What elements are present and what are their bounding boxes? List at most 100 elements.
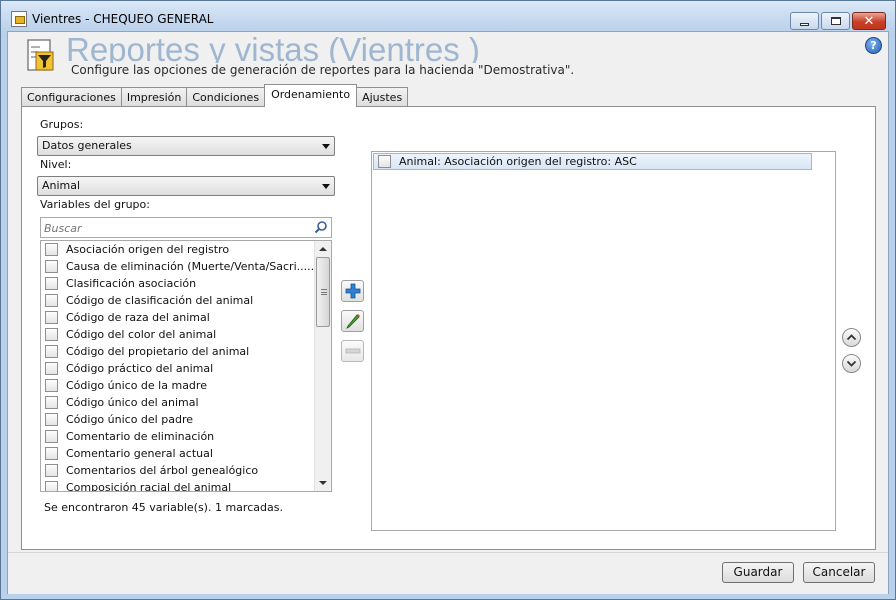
page-subtitle: Configure las opciones de generación de … [71, 63, 581, 77]
level-label: Nivel: [40, 158, 72, 171]
variable-checkbox[interactable] [45, 294, 58, 307]
list-item[interactable]: Código único del padre [41, 411, 315, 428]
list-item[interactable]: Código único del animal [41, 394, 315, 411]
cancel-button[interactable]: Cancelar [803, 562, 875, 583]
level-select[interactable]: Animal [37, 176, 335, 196]
variable-label: Clasificación asociación [66, 277, 197, 290]
variable-checkbox[interactable] [45, 413, 58, 426]
variable-checkbox[interactable] [45, 260, 58, 273]
minimize-button[interactable] [790, 12, 819, 30]
help-button[interactable]: ? [865, 37, 882, 54]
close-icon: ✕ [863, 13, 875, 29]
scroll-down-icon[interactable] [319, 481, 327, 485]
dialog-footer: Guardar Cancelar [8, 552, 888, 594]
list-item[interactable]: Código de clasificación del animal [41, 292, 315, 309]
variable-checkbox[interactable] [45, 481, 58, 491]
groups-label: Grupos: [40, 118, 84, 131]
dialog-client-area: Reportes y vistas (Vientres ) Configure … [7, 31, 889, 594]
variable-label: Asociación origen del registro [66, 243, 230, 256]
list-item[interactable]: Comentarios del árbol genealógico [41, 462, 315, 479]
close-button[interactable]: ✕ [852, 12, 886, 30]
scroll-thumb[interactable] [316, 257, 330, 327]
variable-label: Código único de la madre [66, 379, 207, 392]
tab-configuraciones[interactable]: Configuraciones [21, 87, 122, 107]
list-item[interactable]: Código del color del animal [41, 326, 315, 343]
variable-checkbox[interactable] [45, 447, 58, 460]
list-item[interactable]: Código único de la madre [41, 377, 315, 394]
list-item[interactable]: Comentario general actual [41, 445, 315, 462]
tab-ajustes[interactable]: Ajustes [356, 87, 409, 107]
list-item[interactable]: Código práctico del animal [41, 360, 315, 377]
ordering-list-row[interactable]: Animal: Asociación origen del registro: … [373, 153, 812, 170]
minus-icon [345, 348, 360, 354]
variable-label: Código único del animal [66, 396, 199, 409]
groups-select[interactable]: Datos generales [37, 136, 335, 156]
variable-label: Comentario general actual [66, 447, 213, 460]
list-item[interactable]: Causa de eliminación (Muerte/Venta/Sacri… [41, 258, 319, 275]
variables-list-items: Asociación origen del registro Causa de e… [41, 241, 319, 492]
variables-count-status: Se encontraron 45 variable(s). 1 marcada… [44, 501, 283, 514]
variable-checkbox[interactable] [45, 277, 58, 290]
ordering-panel: Grupos: Datos generales Nivel: Animal Va… [21, 106, 876, 550]
tab-impresion[interactable]: Impresión [120, 87, 188, 107]
variable-label: Código del propietario del animal [66, 345, 250, 358]
variable-checkbox[interactable] [45, 345, 58, 358]
ordering-row-label: Animal: Asociación origen del registro: … [399, 155, 637, 168]
list-item[interactable]: Composición racial del animal [41, 479, 315, 492]
variables-label: Variables del grupo: [40, 198, 150, 211]
variable-label: Comentarios del árbol genealógico [66, 464, 259, 477]
variable-checkbox[interactable] [45, 328, 58, 341]
search-icon[interactable] [314, 220, 328, 234]
variable-label: Código práctico del animal [66, 362, 214, 375]
variables-scrollbar[interactable] [314, 241, 331, 491]
variable-label: Código de clasificación del animal [66, 294, 254, 307]
maximize-icon [830, 17, 841, 25]
tab-ordenamiento[interactable]: Ordenamiento [264, 84, 358, 107]
edit-button[interactable] [341, 310, 364, 332]
dropdown-arrow-icon [322, 144, 330, 149]
variable-checkbox[interactable] [45, 311, 58, 324]
variable-label: Código de raza del animal [66, 311, 210, 324]
move-down-button[interactable] [842, 354, 861, 373]
level-select-value: Animal [42, 179, 81, 192]
scroll-up-icon[interactable] [319, 247, 327, 251]
ordering-list: Animal: Asociación origen del registro: … [371, 151, 836, 531]
search-input[interactable] [44, 219, 309, 237]
variable-label: Comentario de eliminación [66, 430, 215, 443]
variable-checkbox[interactable] [45, 362, 58, 375]
app-icon [11, 11, 27, 27]
tab-condiciones[interactable]: Condiciones [186, 87, 266, 107]
chevron-up-icon [846, 334, 857, 341]
variable-label: Causa de eliminación (Muerte/Venta/Sacri… [66, 260, 319, 273]
maximize-button[interactable] [821, 12, 850, 30]
report-funnel-icon [27, 39, 54, 71]
list-item[interactable]: Asociación origen del registro [41, 241, 315, 258]
tab-strip: Configuraciones Impresión Condiciones Or… [21, 84, 409, 107]
app-window: Vientres - CHEQUEO GENERAL ✕ Reportes y … [0, 0, 896, 600]
list-item[interactable]: Código del propietario del animal [41, 343, 315, 360]
variable-checkbox[interactable] [45, 396, 58, 409]
variable-checkbox[interactable] [45, 243, 58, 256]
row-checkbox[interactable] [378, 155, 391, 168]
chevron-down-icon [846, 360, 857, 367]
window-title: Vientres - CHEQUEO GENERAL [32, 12, 214, 26]
variable-checkbox[interactable] [45, 379, 58, 392]
add-button[interactable] [341, 280, 364, 302]
variable-checkbox[interactable] [45, 430, 58, 443]
list-item[interactable]: Código de raza del animal [41, 309, 315, 326]
variables-list: Asociación origen del registro Causa de e… [40, 240, 332, 492]
minimize-icon [800, 22, 809, 26]
variable-label: Código único del padre [66, 413, 193, 426]
dialog-header: Reportes y vistas (Vientres ) Configure … [8, 32, 888, 84]
groups-select-value: Datos generales [42, 139, 132, 152]
pencil-icon [345, 314, 360, 329]
remove-button[interactable] [341, 340, 364, 362]
dropdown-arrow-icon [322, 184, 330, 189]
move-up-button[interactable] [842, 328, 861, 347]
variable-checkbox[interactable] [45, 464, 58, 477]
list-item[interactable]: Comentario de eliminación [41, 428, 315, 445]
save-button[interactable]: Guardar [722, 562, 794, 583]
list-item[interactable]: Clasificación asociación [41, 275, 315, 292]
variable-label: Composición racial del animal [66, 481, 232, 492]
search-box [40, 217, 332, 238]
